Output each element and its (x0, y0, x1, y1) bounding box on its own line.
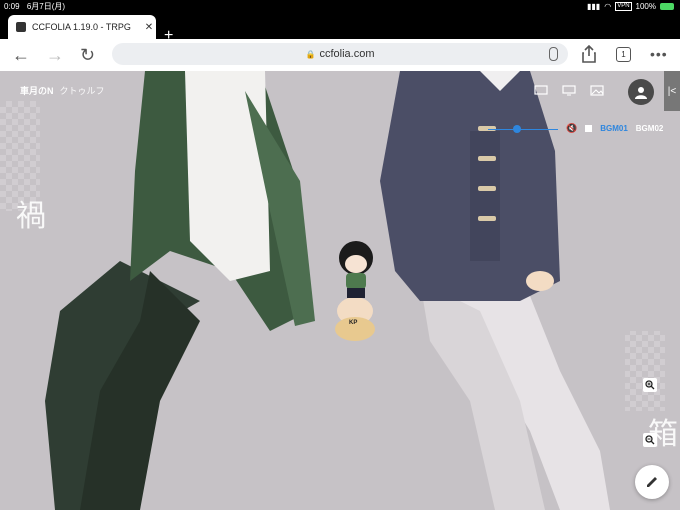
vpn-badge: VPN (615, 2, 632, 11)
url-text: ccfolia.com (319, 48, 375, 60)
address-bar[interactable]: 🔒 ccfolia.com (112, 43, 568, 65)
room-subtitle: クトゥルフ (59, 86, 105, 96)
status-right: ▮▮▮ ◠ VPN 100% (587, 0, 674, 13)
zoom-in-button[interactable] (643, 378, 657, 392)
status-time-date: 0:09 6月7日(月) (4, 0, 65, 13)
collapse-panel-button[interactable]: |< (664, 71, 680, 111)
tab-ccfolia[interactable]: CCFOLIA 1.19.0 - TRPG ✕ (8, 15, 156, 39)
reload-icon[interactable]: ↻ (80, 44, 95, 66)
share-icon[interactable] (582, 44, 596, 68)
tab-count-button[interactable]: 1 (616, 47, 631, 62)
display-icon[interactable] (558, 79, 580, 101)
character-token[interactable]: KP (333, 236, 379, 326)
stop-icon[interactable] (585, 125, 593, 132)
signal-icon: ▮▮▮ (586, 2, 601, 11)
ccfolia-room-board[interactable]: KP 車月のN クトゥルフ |< 🔇 BGM01 BGM02 禍 箱 (0, 71, 680, 510)
user-avatar[interactable] (628, 79, 654, 105)
back-arrow-icon[interactable]: ← (12, 44, 30, 66)
image-icon[interactable] (586, 79, 608, 101)
ccfolia-favicon-icon (16, 22, 26, 32)
person-icon (635, 87, 647, 99)
battery-icon (660, 3, 674, 10)
bgm-track-2[interactable]: BGM02 (636, 124, 664, 133)
bgm-controls: 🔇 BGM01 BGM02 (566, 123, 663, 134)
ios-status-bar: 0:09 6月7日(月) ▮▮▮ ◠ VPN 100% (0, 0, 680, 13)
lock-icon: 🔒 (305, 49, 316, 59)
bgm-track-1[interactable]: BGM01 (600, 124, 628, 133)
battery-percent: 100% (635, 2, 656, 11)
mute-icon[interactable]: 🔇 (566, 123, 577, 134)
zoom-in-icon (645, 380, 655, 390)
microphone-icon[interactable] (549, 47, 558, 61)
forward-arrow-icon[interactable]: → (46, 44, 64, 66)
pencil-icon (647, 477, 657, 487)
wifi-icon: ◠ (604, 2, 612, 11)
screen-icon[interactable] (530, 79, 552, 101)
zoom-out-button[interactable] (643, 433, 657, 447)
status-time: 0:09 (4, 2, 20, 11)
browser-toolbar: ← → ↻ 🔒 ccfolia.com 1 ••• (0, 39, 680, 71)
room-toolbar (530, 79, 608, 101)
deco-kanji-left: 禍 (16, 199, 46, 234)
tab-bar: CCFOLIA 1.19.0 - TRPG ✕ + (0, 13, 680, 44)
bgm-volume-slider[interactable] (488, 129, 558, 130)
room-title: 車月のN (20, 86, 54, 96)
edit-fab-button[interactable] (635, 465, 669, 499)
character-label: KP (349, 320, 358, 326)
tab-title: CCFOLIA 1.19.0 - TRPG (32, 22, 131, 32)
collapse-icon: |< (667, 85, 677, 97)
zoom-out-icon (645, 435, 655, 445)
room-name: 車月のN クトゥルフ (20, 84, 105, 97)
more-menu-icon[interactable]: ••• (650, 46, 668, 62)
tab-close-icon[interactable]: ✕ (142, 22, 156, 33)
status-date: 6月7日(月) (26, 2, 66, 11)
tab-count: 1 (616, 47, 631, 62)
character-sprite (339, 241, 373, 298)
